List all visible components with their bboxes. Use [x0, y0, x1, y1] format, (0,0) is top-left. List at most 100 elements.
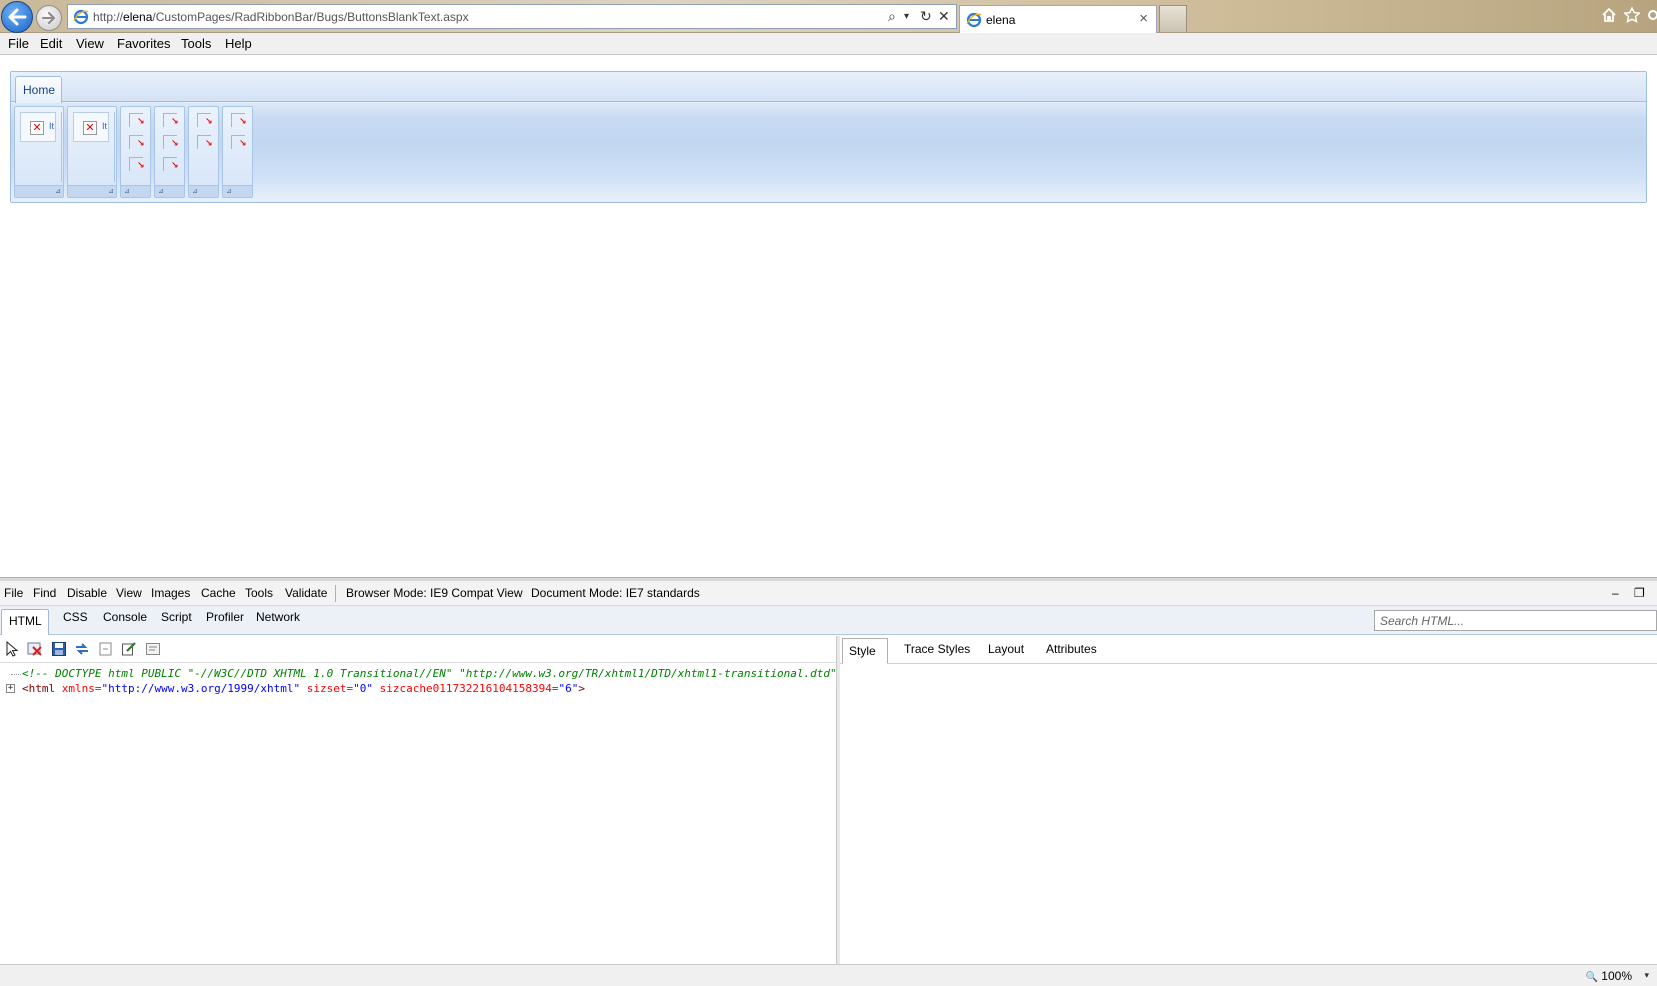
zoom-level[interactable]: 🔍 100% [1586, 969, 1633, 983]
expand-html-node-icon[interactable]: + [6, 684, 15, 693]
devtools-menu-view[interactable]: View [116, 586, 142, 600]
dialog-launcher-icon[interactable]: ⊿ [158, 187, 164, 195]
url-path: /CustomPages/RadRibbonBar/Bugs/ButtonsBl… [152, 10, 469, 24]
tab-css[interactable]: CSS [63, 610, 88, 624]
ribbon-small-button[interactable]: ↘ [163, 113, 179, 127]
tab-script[interactable]: Script [161, 610, 192, 624]
devtools-menu-images[interactable]: Images [151, 586, 190, 600]
outline-icon[interactable] [145, 641, 161, 657]
menu-favorites[interactable]: Favorites [117, 36, 170, 51]
save-icon[interactable] [51, 641, 67, 657]
pane-splitter[interactable] [836, 636, 840, 964]
style-pane-tabs: Style Trace Styles Layout Attributes [840, 636, 1657, 664]
refresh-dom-icon[interactable] [74, 641, 90, 657]
browser-tab[interactable]: elena × [959, 5, 1157, 33]
new-tab-button[interactable] [1159, 5, 1187, 32]
menu-help[interactable]: Help [225, 36, 252, 51]
select-element-cursor-icon[interactable] [4, 641, 20, 657]
ribbon-large-button[interactable]: ✕ It [20, 112, 56, 142]
favorites-star-icon[interactable] [1624, 7, 1640, 23]
devtools-menu-file[interactable]: File [4, 586, 23, 600]
tab-close-icon[interactable]: × [1139, 10, 1148, 27]
back-button[interactable] [1, 1, 33, 33]
ribbon-large-button[interactable]: ✕ It [73, 112, 109, 142]
html-node[interactable]: <html xmlns="http://www.w3.org/1999/xhtm… [22, 682, 585, 695]
minimize-icon[interactable]: – [1612, 586, 1619, 600]
devtools-menu-cache[interactable]: Cache [201, 586, 236, 600]
menu-tools[interactable]: Tools [181, 36, 211, 51]
menu-edit[interactable]: Edit [40, 36, 62, 51]
devtools-menu-find[interactable]: Find [33, 586, 56, 600]
url-text[interactable]: http://elena/CustomPages/RadRibbonBar/Bu… [93, 10, 469, 24]
search-icon[interactable]: ⌕ [888, 8, 896, 25]
arrow-icon: ↘ [239, 116, 247, 126]
forward-button[interactable] [36, 5, 62, 31]
forward-arrow-icon [42, 12, 55, 24]
clear-browser-cache-icon[interactable] [27, 641, 43, 657]
ribbon-small-button[interactable]: ↘ [197, 113, 213, 127]
arrow-icon: ↘ [171, 138, 179, 148]
search-html-field[interactable] [1374, 610, 1657, 631]
menu-divider [335, 585, 336, 602]
ribbon-small-button[interactable]: ↘ [231, 113, 247, 127]
ribbon-tab-strip: Home [11, 72, 1646, 103]
tag-name: <html [22, 682, 56, 695]
menu-view[interactable]: View [76, 36, 104, 51]
attr-value: "0" [353, 682, 374, 695]
ribbon-small-button[interactable]: ↘ [129, 135, 145, 149]
ribbon-small-button[interactable]: ↘ [163, 157, 179, 171]
ribbon-group: ↘ ↘ ↘ ⊿ [120, 106, 151, 198]
button-label: It [102, 121, 108, 131]
menu-file[interactable]: File [8, 36, 29, 51]
search-html-input[interactable] [1375, 611, 1656, 630]
settings-gear-icon[interactable] [1645, 7, 1657, 23]
document-mode-menu[interactable]: Document Mode: IE7 standards [531, 586, 700, 600]
devtools-menu-disable[interactable]: Disable [67, 586, 107, 600]
dialog-launcher-icon[interactable]: ⊿ [108, 187, 114, 195]
devtools-toolbar [0, 636, 838, 662]
tab-network[interactable]: Network [256, 610, 300, 624]
doctype-node[interactable]: <!-- DOCTYPE html PUBLIC "-//W3C//DTD XH… [22, 667, 836, 680]
tab-layout[interactable]: Layout [988, 642, 1024, 656]
refresh-icon[interactable]: ↻ [920, 8, 932, 25]
attr-value: "6" [558, 682, 579, 695]
broken-image-icon: ✕ [83, 121, 97, 135]
tab-trace-styles[interactable]: Trace Styles [904, 642, 970, 656]
broken-image-icon: ✕ [30, 121, 44, 135]
ribbon-small-button[interactable]: ↘ [163, 135, 179, 149]
dialog-launcher-icon[interactable]: ⊿ [192, 187, 198, 195]
tab-html[interactable]: HTML [1, 609, 49, 635]
group-divider [114, 112, 115, 182]
restore-window-icon[interactable]: ❐ [1634, 586, 1645, 600]
url-prefix: http:// [93, 10, 124, 24]
ribbon-small-button[interactable]: ↘ [197, 135, 213, 149]
stop-icon[interactable]: ✕ [938, 8, 950, 25]
attr-name: xmlns= [55, 682, 102, 695]
devtools-menu-tools[interactable]: Tools [245, 586, 273, 600]
devtools-menu-validate[interactable]: Validate [285, 586, 327, 600]
status-bar: 🔍 100% ▾ [0, 964, 1657, 986]
dialog-launcher-icon[interactable]: ⊿ [226, 187, 232, 195]
ribbon-tab-home[interactable]: Home [15, 76, 62, 103]
devtools-menu-bar: File Find Disable View Images Cache Tool… [0, 581, 1657, 606]
ie-tab-icon [966, 12, 982, 28]
tab-attributes[interactable]: Attributes [1046, 642, 1097, 656]
word-wrap-icon[interactable] [98, 641, 114, 657]
tab-console[interactable]: Console [103, 610, 147, 624]
tab-style[interactable]: Style [842, 638, 888, 664]
home-icon[interactable] [1601, 7, 1617, 23]
dialog-launcher-icon[interactable]: ⊿ [124, 187, 130, 195]
ribbon-small-button[interactable]: ↘ [129, 113, 145, 127]
browser-mode-menu[interactable]: Browser Mode: IE9 Compat View [346, 586, 523, 600]
edit-icon[interactable] [121, 641, 137, 657]
zoom-value: 100% [1601, 969, 1632, 983]
ribbon-small-button[interactable]: ↘ [231, 135, 247, 149]
tab-profiler[interactable]: Profiler [206, 610, 244, 624]
dropdown-icon[interactable]: ▾ [904, 11, 909, 22]
ribbon-small-button[interactable]: ↘ [129, 157, 145, 171]
zoom-dropdown-icon[interactable]: ▾ [1644, 970, 1649, 981]
attr-value: "http://www.w3.org/1999/xhtml" [101, 682, 301, 695]
address-bar[interactable]: http://elena/CustomPages/RadRibbonBar/Bu… [67, 4, 957, 29]
ribbon-tab-label: Home [23, 83, 56, 97]
dialog-launcher-icon[interactable]: ⊿ [55, 187, 61, 195]
